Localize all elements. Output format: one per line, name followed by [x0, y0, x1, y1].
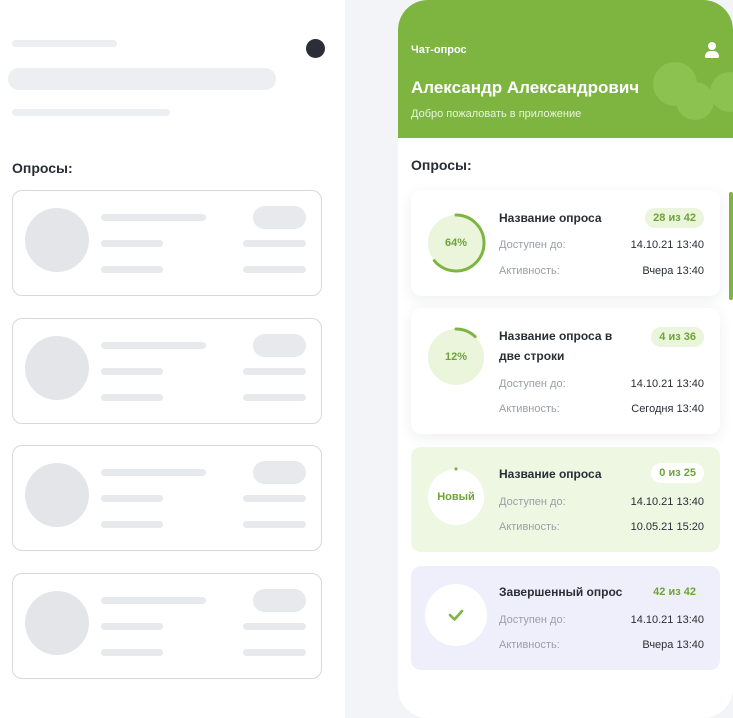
skeleton-card [12, 573, 322, 679]
answers-badge: 42 из 42 [653, 586, 696, 598]
skeleton-line [243, 266, 306, 273]
check-icon [425, 584, 487, 646]
progress-ring: 64% [425, 212, 487, 274]
skeleton-line [101, 623, 163, 630]
answers-badge: 28 из 42 [645, 208, 704, 228]
welcome-text: Добро пожаловать в приложение [411, 108, 582, 120]
activity-label: Активность: [499, 639, 560, 651]
skeleton-line [101, 368, 163, 375]
activity-value: 10.05.21 15:20 [630, 521, 704, 533]
activity-value: Вчера 13:40 [642, 639, 704, 651]
skeleton-card [12, 190, 322, 296]
progress-ring: Новый [425, 466, 487, 528]
progress-ring: 12% [425, 326, 487, 388]
activity-label: Активность: [499, 265, 560, 277]
skeleton-line [243, 394, 306, 401]
app-title: Чат-опрос [411, 44, 467, 56]
skeleton-line [243, 495, 306, 502]
skeleton-line [101, 469, 206, 476]
skeleton-card [12, 318, 322, 424]
skeleton-line [101, 597, 206, 604]
skeleton-line [101, 521, 163, 528]
skeleton-circle [25, 463, 89, 527]
skeleton-card [12, 445, 322, 551]
available-label: Доступен до: [499, 496, 566, 508]
skeleton-line [101, 495, 163, 502]
skeleton-line [243, 649, 306, 656]
skeleton-line [101, 240, 163, 247]
skeleton-pill [253, 461, 306, 484]
skeleton-circle [25, 208, 89, 272]
available-label: Доступен до: [499, 378, 566, 390]
skeleton-line [101, 649, 163, 656]
available-value: 14.10.21 13:40 [630, 614, 704, 626]
clover-decoration [710, 72, 733, 112]
available-value: 14.10.21 13:40 [630, 496, 704, 508]
activity-label: Активность: [499, 521, 560, 533]
skeleton-circle [25, 336, 89, 400]
section-title: Опросы: [411, 157, 472, 173]
skeleton-section-title: Опросы: [12, 160, 73, 176]
available-label: Доступен до: [499, 614, 566, 626]
user-name: Александр Александрович [411, 78, 640, 97]
available-value: 14.10.21 13:40 [630, 239, 704, 251]
skeleton-line [101, 342, 206, 349]
skeleton-pill [253, 334, 306, 357]
survey-title: Название опроса в две строки [499, 329, 613, 363]
skeleton-line [101, 266, 163, 273]
survey-title: Завершенный опрос [499, 585, 623, 599]
skeleton-line [243, 368, 306, 375]
skeleton-circle [25, 591, 89, 655]
skeleton-pill [253, 589, 306, 612]
skeleton-line [243, 521, 306, 528]
activity-value: Сегодня 13:40 [631, 403, 704, 415]
progress-label: 64% [444, 237, 468, 249]
answers-badge: 4 из 36 [651, 327, 704, 347]
activity-label: Активность: [499, 403, 560, 415]
survey-card[interactable]: 64% Название опроса 28 из 42 Доступен до… [411, 190, 720, 296]
answers-badge: 0 из 25 [651, 463, 704, 483]
skeleton-avatar [306, 39, 325, 58]
app-header: Чат-опрос Александр Александрович Добро … [398, 0, 733, 138]
skeleton-panel: Опросы: [0, 0, 345, 718]
scroll-indicator[interactable] [729, 192, 733, 300]
available-value: 14.10.21 13:40 [630, 378, 704, 390]
survey-card[interactable]: 12% Название опроса в две строки 4 из 36… [411, 308, 720, 434]
skeleton-line [12, 40, 117, 47]
skeleton-pill [253, 206, 306, 229]
survey-card[interactable]: Завершенный опрос 42 из 42 Доступен до: … [411, 566, 720, 670]
survey-card[interactable]: Новый Название опроса 0 из 25 Доступен д… [411, 447, 720, 552]
skeleton-line [12, 109, 170, 116]
skeleton-bar [8, 68, 276, 90]
available-label: Доступен до: [499, 239, 566, 251]
activity-value: Вчера 13:40 [642, 265, 704, 277]
progress-label: Новый [437, 491, 475, 503]
survey-title: Название опроса [499, 211, 602, 225]
skeleton-line [101, 214, 206, 221]
progress-label: 12% [444, 351, 468, 363]
skeleton-line [101, 394, 163, 401]
user-icon[interactable] [705, 42, 719, 58]
skeleton-line [243, 623, 306, 630]
skeleton-line [243, 240, 306, 247]
clover-decoration [676, 82, 714, 120]
phone-screen: Чат-опрос Александр Александрович Добро … [398, 0, 733, 718]
survey-title: Название опроса [499, 467, 602, 481]
